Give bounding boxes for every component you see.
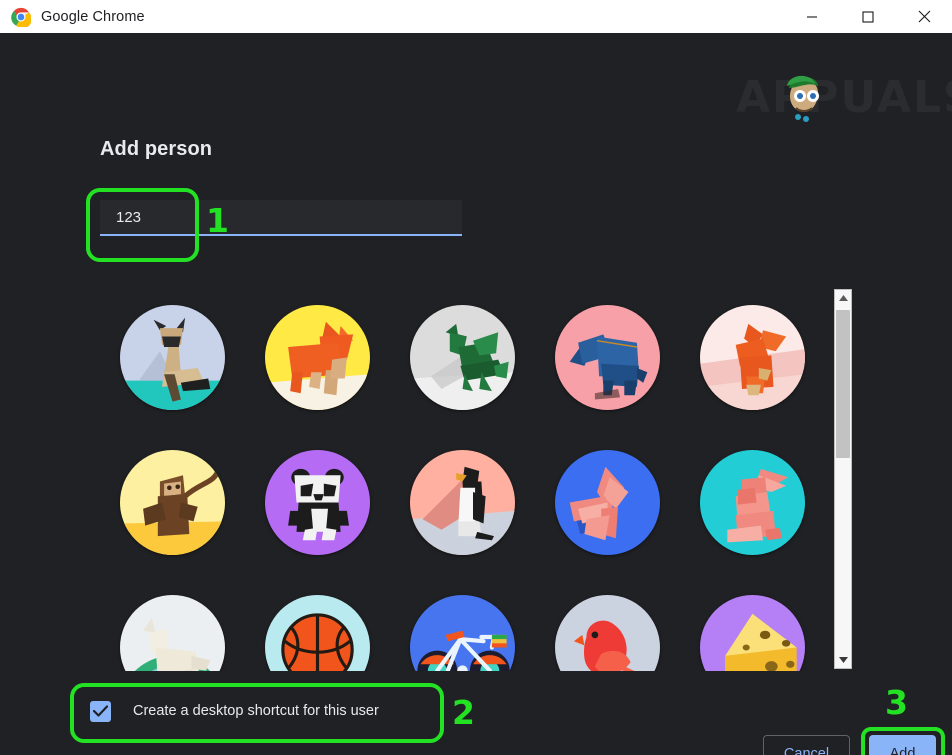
close-button[interactable] (896, 0, 952, 33)
avatar-origami-penguin[interactable] (390, 430, 535, 575)
avatar-image-penguin (410, 450, 515, 555)
avatar-image-rabbit (700, 450, 805, 555)
avatar-picker[interactable] (100, 285, 836, 671)
annotation-number-3: 3 (885, 683, 908, 722)
name-field-wrapper (100, 200, 462, 238)
scroll-up-arrow-icon[interactable] (835, 290, 851, 306)
avatar-origami-rabbit[interactable] (680, 430, 825, 575)
avatar-image-elephant (555, 305, 660, 410)
avatar-flat-bird[interactable] (535, 575, 680, 671)
avatar-image-bicycle (410, 595, 515, 671)
window-titlebar: Google Chrome (0, 0, 952, 33)
avatar-grid (100, 285, 825, 671)
add-person-dialog: APPUALS Add person (0, 33, 952, 755)
minimize-button[interactable] (784, 0, 840, 33)
desktop-shortcut-checkbox-row[interactable]: Create a desktop shortcut for this user (90, 695, 379, 727)
window-controls (784, 0, 952, 33)
appuals-watermark-text: APPUALS (736, 71, 952, 123)
avatar-origami-monkey[interactable] (100, 430, 245, 575)
checkmark-icon (93, 705, 108, 717)
avatar-image-cheese (700, 595, 805, 671)
scroll-down-arrow-icon[interactable] (835, 652, 851, 668)
avatar-origami-elephant[interactable] (535, 285, 680, 430)
chrome-icon (11, 7, 31, 27)
desktop-shortcut-label: Create a desktop shortcut for this user (133, 703, 379, 719)
avatar-flat-unicorn[interactable] (100, 575, 245, 671)
appuals-watermark: APPUALS (736, 66, 952, 128)
avatar-flat-basketball[interactable] (245, 575, 390, 671)
desktop-shortcut-checkbox[interactable] (90, 700, 111, 722)
avatar-image-panda (265, 450, 370, 555)
avatar-origami-cat[interactable] (100, 285, 245, 430)
name-input[interactable] (100, 200, 462, 236)
avatar-image-dragon (410, 305, 515, 410)
avatar-origami-butterfly[interactable] (535, 430, 680, 575)
avatar-image-bird (555, 595, 660, 671)
add-button[interactable]: Add (869, 735, 936, 755)
maximize-button[interactable] (840, 0, 896, 33)
avatar-origami-fox[interactable] (245, 285, 390, 430)
avatar-flat-cheese[interactable] (680, 575, 825, 671)
avatar-image-monkey (120, 450, 225, 555)
appuals-mascot-icon (787, 75, 819, 122)
avatar-image-butterfly (555, 450, 660, 555)
avatar-origami-panda[interactable] (245, 430, 390, 575)
avatar-image-unicorn (120, 595, 225, 671)
avatar-image-cat (120, 305, 225, 410)
avatar-image-basketball (265, 595, 370, 671)
window-title: Google Chrome (41, 8, 145, 25)
avatar-origami-dragon[interactable] (390, 285, 535, 430)
scrollbar-thumb[interactable] (836, 310, 850, 458)
avatar-image-chicken (700, 305, 805, 410)
avatar-scrollbar[interactable] (834, 289, 852, 669)
avatar-image-fox (265, 305, 370, 410)
cancel-button[interactable]: Cancel (763, 735, 850, 755)
avatar-flat-bicycle[interactable] (390, 575, 535, 671)
page-title: Add person (100, 138, 213, 160)
avatar-origami-chicken[interactable] (680, 285, 825, 430)
annotation-number-2: 2 (452, 693, 475, 732)
